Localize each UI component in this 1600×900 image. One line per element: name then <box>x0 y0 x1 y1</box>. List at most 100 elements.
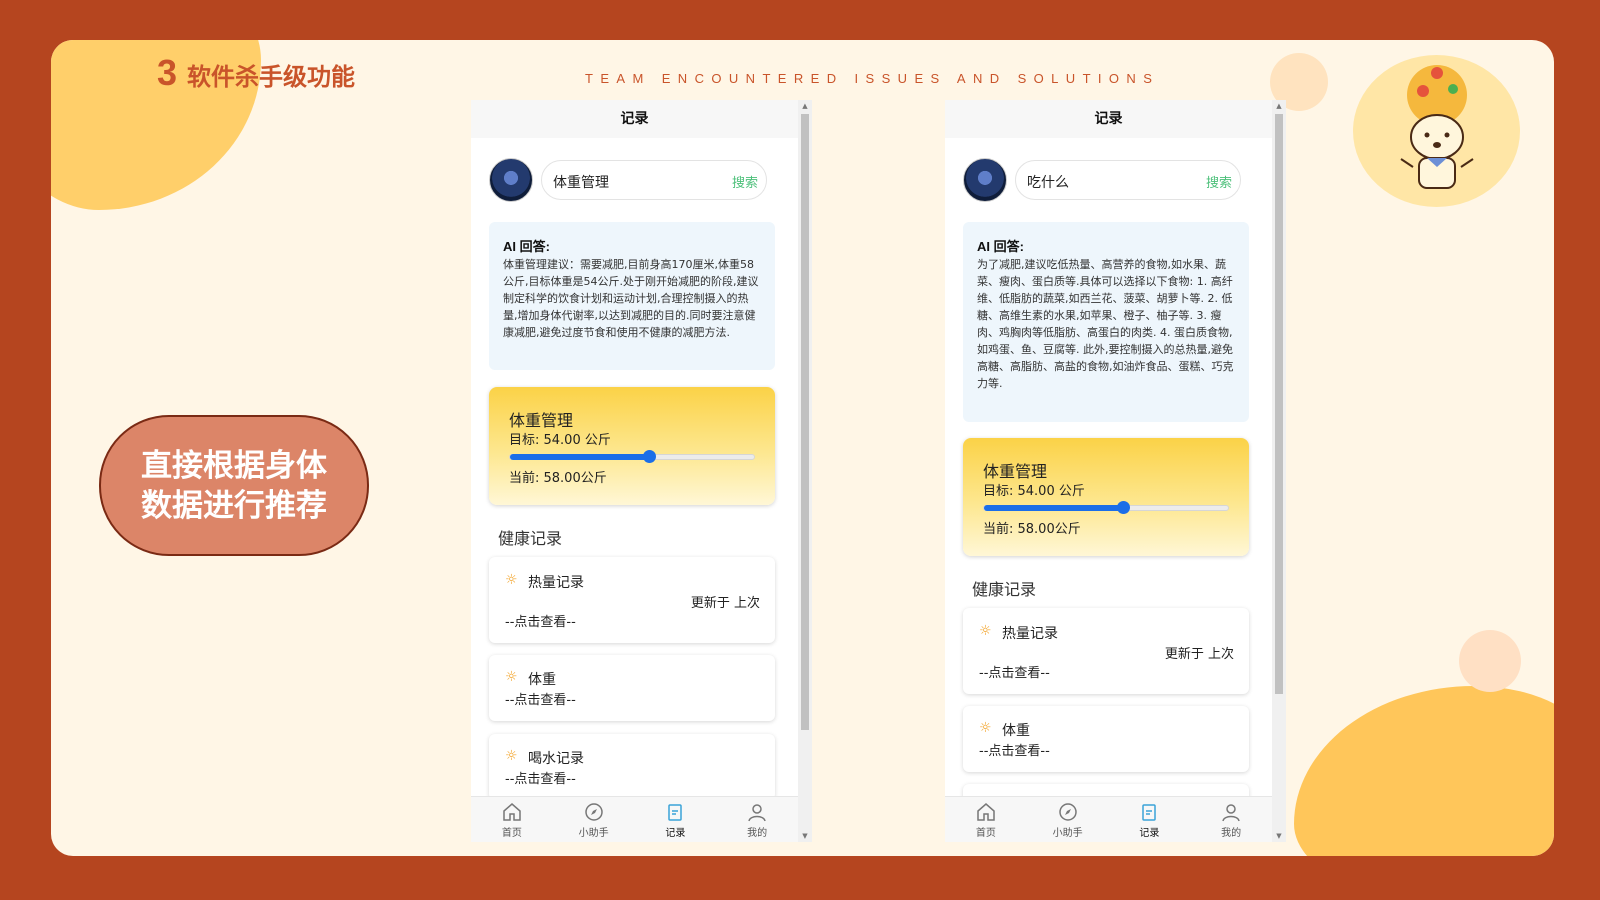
tab-assistant[interactable]: 小助手 <box>553 797 635 842</box>
tab-label: 记录 <box>665 828 686 839</box>
phone-screen-1: 记录 体重管理 搜索 AI 回答: 体重管理建议：需要减肥,目前身高170厘米,… <box>471 100 812 842</box>
scrollbar[interactable]: ▲ ▼ <box>1272 100 1286 842</box>
mascot-illustration <box>1400 65 1474 189</box>
compass-icon <box>584 803 603 821</box>
weight-current: 当前: 58.00公斤 <box>983 522 1081 537</box>
decor-dot <box>1459 630 1521 692</box>
tab-bar: 首页 小助手 记录 我的 <box>471 796 798 842</box>
record-tap-hint[interactable]: --点击查看-- <box>979 662 1050 681</box>
home-icon <box>503 803 521 821</box>
record-title: 体重 <box>528 672 556 688</box>
weight-title: 体重管理 <box>983 462 1048 481</box>
tab-label: 我的 <box>747 828 768 839</box>
weight-card[interactable]: 体重管理 目标: 54.00 公斤 当前: 58.00公斤 <box>963 438 1249 556</box>
weight-current: 当前: 58.00公斤 <box>509 471 607 486</box>
app-view: 记录 体重管理 搜索 AI 回答: 体重管理建议：需要减肥,目前身高170厘米,… <box>471 100 798 842</box>
home-icon <box>977 803 995 821</box>
tab-label: 记录 <box>1139 828 1160 839</box>
record-tap-hint[interactable]: --点击查看-- <box>979 740 1050 759</box>
health-records-title: 健康记录 <box>972 580 1037 599</box>
callout-text: 直接根据身体 数据进行推荐 <box>141 447 327 524</box>
weight-slider[interactable] <box>983 501 1229 514</box>
record-card-calories[interactable]: ☼ 热量记录 更新于 上次 --点击查看-- <box>963 608 1249 694</box>
avatar[interactable] <box>963 158 1007 202</box>
scrollbar-thumb[interactable] <box>1275 114 1283 694</box>
tab-records[interactable]: 记录 <box>1109 797 1191 842</box>
slide-heading: 3 软件杀手级功能 <box>157 52 355 94</box>
record-card-calories[interactable]: ☼ 热量记录 更新于 上次 --点击查看-- <box>489 557 775 643</box>
tab-mine[interactable]: 我的 <box>716 797 798 842</box>
sun-icon: ☼ <box>979 623 992 639</box>
record-icon <box>1142 804 1157 821</box>
record-card-water[interactable]: ☼ 喝水记录 --点击查看-- <box>489 734 775 800</box>
scroll-down-arrow[interactable]: ▼ <box>1275 832 1283 840</box>
weight-card[interactable]: 体重管理 目标: 54.00 公斤 当前: 58.00公斤 <box>489 387 775 505</box>
weight-slider[interactable] <box>509 450 755 463</box>
phone-screen-2: 记录 吃什么 搜索 AI 回答: 为了减肥,建议吃低热量、高营养的食物,如水果、… <box>945 100 1286 842</box>
record-tap-hint[interactable]: --点击查看-- <box>505 689 576 708</box>
avatar[interactable] <box>489 158 533 202</box>
navbar-title: 记录 <box>945 100 1272 138</box>
app-view: 记录 吃什么 搜索 AI 回答: 为了减肥,建议吃低热量、高营养的食物,如水果、… <box>945 100 1272 842</box>
search-query: 体重管理 <box>553 175 609 191</box>
tab-home[interactable]: 首页 <box>945 797 1027 842</box>
ai-label: AI 回答: <box>977 239 1024 254</box>
health-records-title: 健康记录 <box>498 529 563 548</box>
search-input[interactable]: 体重管理 搜索 <box>541 160 767 200</box>
slide-title: 软件杀手级功能 <box>187 63 356 91</box>
scrollbar[interactable]: ▲ ▼ <box>798 100 812 842</box>
user-icon <box>1222 804 1240 822</box>
tab-assistant[interactable]: 小助手 <box>1027 797 1109 842</box>
record-title: 体重 <box>1002 723 1030 739</box>
tab-label: 我的 <box>1221 828 1242 839</box>
ai-answer-text: 体重管理建议：需要减肥,目前身高170厘米,体重58公斤,目标体重是54公斤.处… <box>503 258 759 339</box>
scroll-up-arrow[interactable]: ▲ <box>801 102 809 110</box>
callout-bubble: 直接根据身体 数据进行推荐 <box>99 415 369 556</box>
ai-answer-box: AI 回答: 体重管理建议：需要减肥,目前身高170厘米,体重58公斤,目标体重… <box>489 222 775 370</box>
scroll-down-arrow[interactable]: ▼ <box>801 832 809 840</box>
record-icon <box>668 804 683 821</box>
tab-records[interactable]: 记录 <box>635 797 717 842</box>
tab-home[interactable]: 首页 <box>471 797 553 842</box>
record-title: 热量记录 <box>1002 626 1058 642</box>
tab-label: 小助手 <box>578 828 609 839</box>
record-tap-hint[interactable]: --点击查看-- <box>505 611 576 630</box>
search-input[interactable]: 吃什么 搜索 <box>1015 160 1241 200</box>
navbar-title: 记录 <box>471 100 798 138</box>
slider-fill <box>510 454 650 460</box>
ai-answer-box: AI 回答: 为了减肥,建议吃低热量、高营养的食物,如水果、蔬菜、瘦肉、蛋白质等… <box>963 222 1249 422</box>
weight-target: 目标: 54.00 公斤 <box>509 433 611 448</box>
record-updated: 更新于 上次 <box>690 596 760 611</box>
scroll-up-arrow[interactable]: ▲ <box>1275 102 1283 110</box>
slider-fill <box>984 505 1124 511</box>
search-button[interactable]: 搜索 <box>1206 172 1232 191</box>
slider-knob[interactable] <box>643 450 657 463</box>
record-card-weight[interactable]: ☼ 体重 --点击查看-- <box>489 655 775 721</box>
search-query: 吃什么 <box>1027 175 1069 191</box>
user-icon <box>748 804 766 822</box>
tab-label: 首页 <box>975 828 996 839</box>
search-button[interactable]: 搜索 <box>732 172 758 191</box>
tab-bar: 首页 小助手 记录 我的 <box>945 796 1272 842</box>
decor-blob-bottom-right <box>1294 686 1554 856</box>
ai-answer-text: 为了减肥,建议吃低热量、高营养的食物,如水果、蔬菜、瘦肉、蛋白质等.具体可以选择… <box>977 258 1234 390</box>
slide-subtitle: TEAM ENCOUNTERED ISSUES AND SOLUTIONS <box>585 71 1160 86</box>
slide-number: 3 <box>157 52 178 93</box>
tab-label: 首页 <box>501 828 522 839</box>
scrollbar-thumb[interactable] <box>801 114 809 730</box>
record-updated: 更新于 上次 <box>1164 647 1234 662</box>
record-title: 喝水记录 <box>528 751 584 767</box>
weight-target: 目标: 54.00 公斤 <box>983 484 1085 499</box>
ai-label: AI 回答: <box>503 239 550 254</box>
search-row: 体重管理 搜索 <box>489 158 779 202</box>
record-card-weight[interactable]: ☼ 体重 --点击查看-- <box>963 706 1249 772</box>
weight-title: 体重管理 <box>509 411 574 430</box>
search-row: 吃什么 搜索 <box>963 158 1253 202</box>
slider-knob[interactable] <box>1117 501 1131 514</box>
mascot-logo <box>1353 55 1520 207</box>
sun-icon: ☼ <box>505 748 518 764</box>
tab-mine[interactable]: 我的 <box>1190 797 1272 842</box>
record-title: 热量记录 <box>528 575 584 591</box>
compass-icon <box>1058 803 1077 821</box>
record-tap-hint[interactable]: --点击查看-- <box>505 768 576 787</box>
